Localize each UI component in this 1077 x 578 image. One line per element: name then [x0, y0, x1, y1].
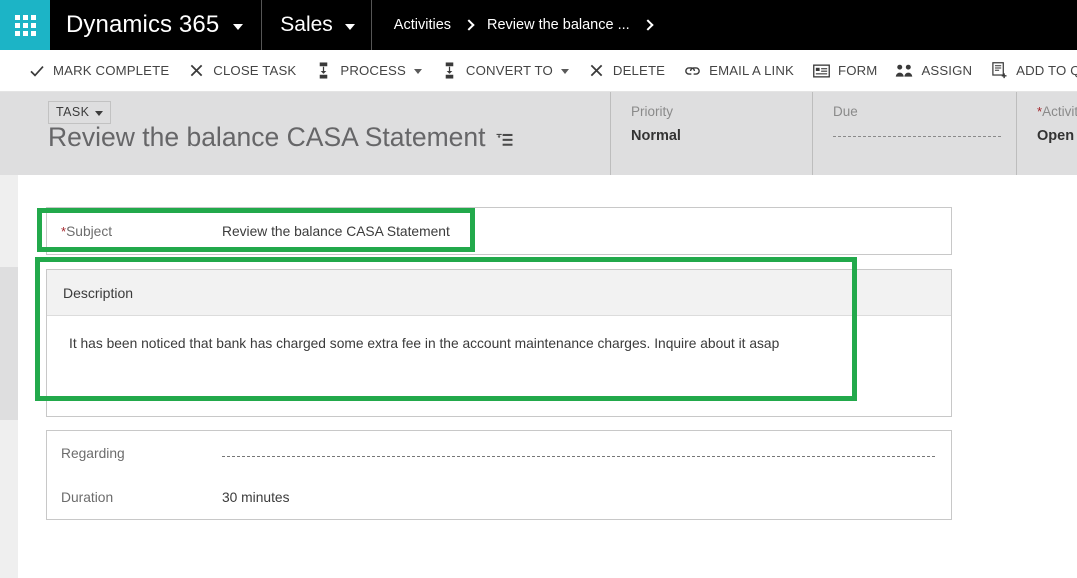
chevron-right-icon	[642, 19, 654, 31]
process-flow-icon	[314, 61, 333, 80]
page-title: Review the balance CASA Statement	[48, 122, 486, 152]
convert-to-label: CONVERT TO	[465, 63, 553, 78]
chevron-down-icon	[344, 24, 355, 30]
process-flow-icon	[440, 61, 459, 80]
waffle-grid-icon	[14, 14, 36, 36]
close-x-icon	[187, 61, 206, 80]
description-card: Description It has been noticed that ban…	[46, 269, 952, 417]
dynamics365-task-form: Dynamics 365 Sales Activities Review the…	[0, 0, 1077, 578]
form-button[interactable]: FORM	[803, 50, 886, 92]
chevron-down-icon	[95, 110, 104, 116]
area-menu-sales[interactable]: Sales	[262, 0, 372, 50]
assign-label: ASSIGN	[921, 63, 973, 78]
close-x-icon	[587, 61, 606, 80]
header-field-priority-value: Normal	[631, 128, 681, 144]
breadcrumb: Activities Review the balance ...	[372, 0, 662, 50]
delete-label: DELETE	[612, 63, 666, 78]
brand-label: Dynamics 365	[66, 11, 220, 38]
duration-value[interactable]: 30 minutes	[222, 490, 290, 505]
chevron-down-icon	[233, 24, 244, 30]
subject-value[interactable]: Review the balance CASA Statement	[222, 224, 450, 239]
add-to-queue-label: ADD TO QUEUE	[1016, 63, 1077, 78]
breadcrumb-item-activities[interactable]: Activities	[390, 17, 455, 33]
sort-list-icon[interactable]	[496, 133, 513, 148]
mark-complete-label: MARK COMPLETE	[53, 63, 170, 78]
header-field-due-label: Due	[833, 104, 858, 119]
subject-label: *Subject	[61, 223, 113, 239]
header-field-activity-status-value: Open	[1037, 128, 1075, 144]
entity-type-selector[interactable]: TASK	[48, 101, 112, 124]
duration-row[interactable]: Duration 30 minutes	[47, 475, 951, 519]
header-field-priority-label: Priority	[631, 104, 674, 119]
command-bar: MARK COMPLETE CLOSE TASK PROCESS CONVERT…	[0, 50, 1077, 92]
description-value[interactable]: It has been noticed that bank has charge…	[47, 316, 951, 355]
header-field-activity-status[interactable]: *Activity Open	[1016, 92, 1077, 175]
mark-complete-button[interactable]: MARK COMPLETE	[18, 50, 178, 92]
area-label: Sales	[280, 13, 333, 36]
form-icon	[812, 61, 831, 80]
form-body: *Subject Review the balance CASA Stateme…	[18, 175, 1077, 578]
email-a-link-label: EMAIL A LINK	[709, 63, 794, 78]
vertical-scrollbar-track[interactable]	[0, 175, 18, 578]
chevron-right-icon	[463, 19, 475, 31]
regarding-label: Regarding	[61, 445, 125, 461]
top-navigation-bar: Dynamics 365 Sales Activities Review the…	[0, 0, 1077, 50]
close-task-button[interactable]: CLOSE TASK	[178, 50, 305, 92]
regarding-empty-value[interactable]	[222, 449, 935, 457]
subject-row[interactable]: *Subject Review the balance CASA Stateme…	[47, 208, 951, 254]
record-header: TASK Review the balance CASA Statement P…	[0, 92, 1077, 175]
process-label: PROCESS	[340, 63, 406, 78]
breadcrumb-item-record[interactable]: Review the balance ...	[483, 17, 634, 33]
email-a-link-button[interactable]: EMAIL A LINK	[674, 50, 803, 92]
details-card: Regarding Duration 30 minutes	[46, 430, 952, 520]
link-chain-icon	[683, 61, 702, 80]
description-header-label: Description	[63, 284, 134, 301]
regarding-row[interactable]: Regarding	[47, 431, 951, 475]
vertical-scrollbar-thumb[interactable]	[0, 267, 18, 420]
checkmark-icon	[27, 61, 46, 80]
close-task-label: CLOSE TASK	[213, 63, 297, 78]
process-button[interactable]: PROCESS	[305, 50, 431, 92]
header-field-activity-status-label: *Activity	[1037, 104, 1077, 119]
header-field-due-empty-value	[833, 128, 1001, 137]
duration-label: Duration	[61, 489, 114, 505]
delete-button[interactable]: DELETE	[578, 50, 674, 92]
subject-card: *Subject Review the balance CASA Stateme…	[46, 207, 952, 255]
add-to-queue-icon	[990, 61, 1009, 80]
record-header-left: TASK Review the balance CASA Statement	[48, 92, 608, 175]
chevron-down-icon	[413, 69, 422, 74]
brand-menu-dynamics365[interactable]: Dynamics 365	[50, 0, 263, 50]
description-header: Description	[47, 270, 951, 316]
record-header-fields: Priority Normal Due *Activity Open	[610, 92, 1077, 175]
assign-button[interactable]: ASSIGN	[886, 50, 981, 92]
add-to-queue-button[interactable]: ADD TO QUEUE	[981, 50, 1077, 92]
people-icon	[895, 61, 914, 80]
entity-type-label: TASK	[56, 105, 90, 119]
form-label: FORM	[838, 63, 878, 78]
header-field-priority[interactable]: Priority Normal	[610, 92, 812, 175]
header-field-due[interactable]: Due	[812, 92, 1016, 175]
app-launcher-button[interactable]	[0, 0, 50, 50]
record-title-row: Review the balance CASA Statement	[48, 122, 513, 153]
chevron-down-icon	[560, 69, 569, 74]
convert-to-button[interactable]: CONVERT TO	[431, 50, 578, 92]
